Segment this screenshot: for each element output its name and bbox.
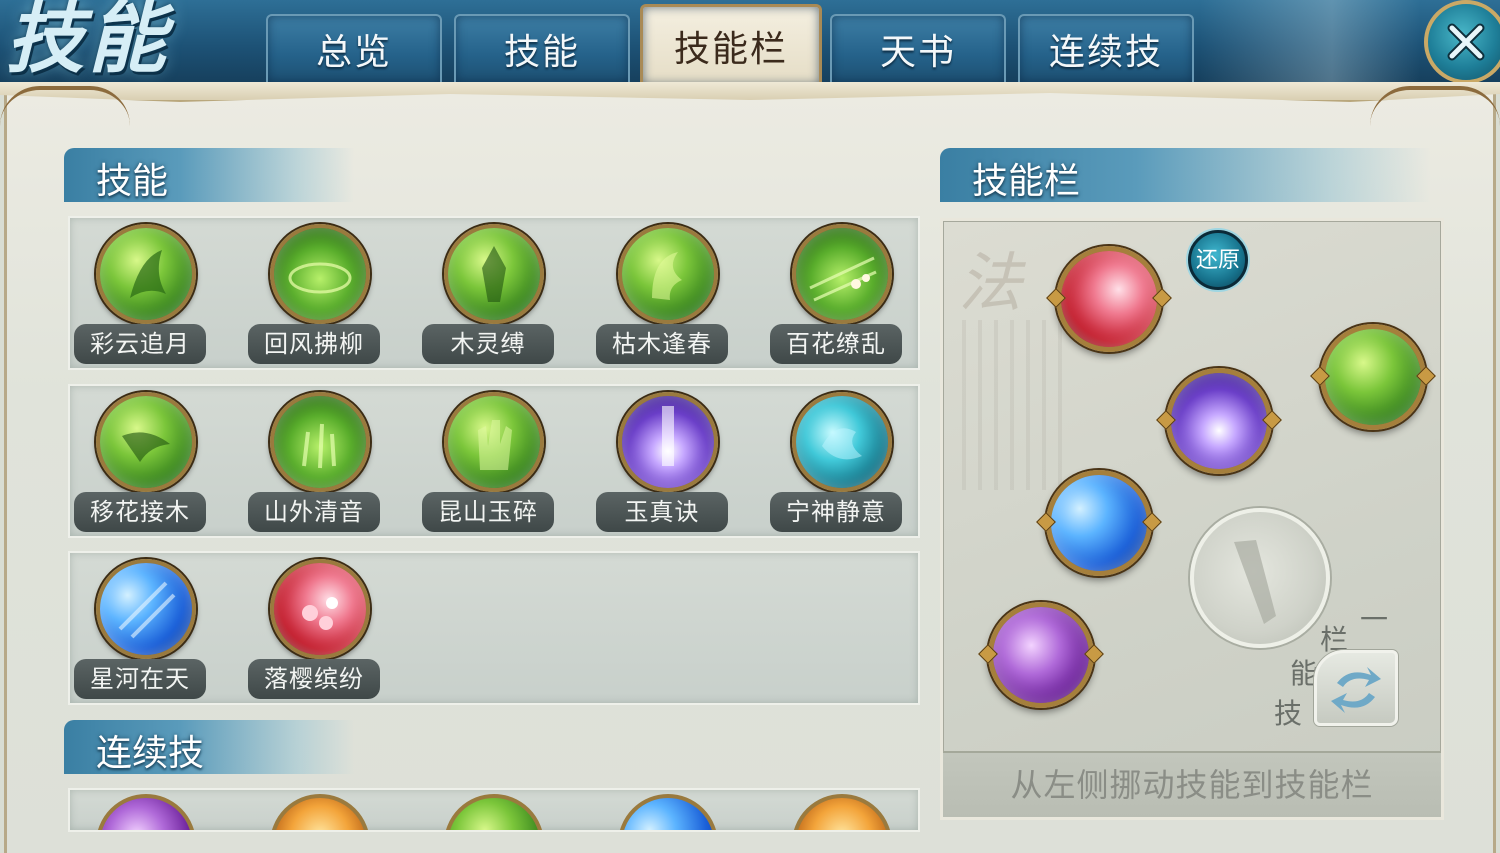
skill-row-1: 彩云追月 回风拂柳 木灵缚 枯木逢春 百花缭乱 <box>68 216 920 370</box>
tab-combo[interactable]: 连续技 <box>1018 14 1194 82</box>
skill-name: 昆山玉碎 <box>422 492 554 532</box>
skillbar-hint: 从左侧挪动技能到技能栏 <box>943 751 1441 817</box>
skill-name: 百花缭乱 <box>770 324 902 364</box>
skill-item[interactable]: 回风拂柳 <box>246 218 396 368</box>
skill-name: 移花接木 <box>74 492 206 532</box>
skillbar-slot-2[interactable] <box>1166 368 1272 474</box>
skillbar-slot-5[interactable] <box>988 602 1094 708</box>
skill-icon-baihua[interactable] <box>792 224 892 324</box>
skill-icon-yihua[interactable] <box>96 392 196 492</box>
skill-name: 彩云追月 <box>74 324 206 364</box>
tab-skillbar[interactable]: 技能栏 <box>640 4 822 84</box>
skill-item[interactable]: 星河在天 <box>72 553 222 703</box>
tab-tianshu[interactable]: 天书 <box>830 14 1006 82</box>
skill-name: 宁神静意 <box>770 492 902 532</box>
switch-skillbar-button[interactable] <box>1314 650 1398 726</box>
switch-label-char-1: 技 <box>1274 697 1303 730</box>
restore-button[interactable]: 还原 <box>1188 230 1248 290</box>
tab-overview[interactable]: 总览 <box>266 14 442 82</box>
skill-name: 枯木逢春 <box>596 324 728 364</box>
watermark-text-columns <box>962 320 1072 490</box>
skill-item[interactable]: 移花接木 <box>72 386 222 536</box>
skill-icon-yuzhen[interactable] <box>618 392 718 492</box>
skill-icon-luoying[interactable] <box>270 559 370 659</box>
skill-row-3: 星河在天 落樱缤纷 <box>68 551 920 705</box>
skill-item[interactable]: 百花缭乱 <box>768 218 918 368</box>
skill-item[interactable]: 彩云追月 <box>72 218 222 368</box>
skill-icon-ningshen[interactable] <box>792 392 892 492</box>
combo-section-title: 连续技 <box>96 733 205 774</box>
skill-icon-kumu[interactable] <box>618 224 718 324</box>
weapon-attack-dial[interactable] <box>1190 508 1330 648</box>
left-corner-ornament <box>0 86 130 126</box>
skillbar-section-title: 技能栏 <box>972 161 1081 202</box>
skillbar-section-header: 技能栏 <box>940 148 1430 202</box>
skillbar-slot-4[interactable] <box>1046 470 1152 576</box>
close-x-icon <box>1447 23 1485 61</box>
skill-icon-huifeng[interactable] <box>270 224 370 324</box>
combo-section-header: 连续技 <box>64 720 354 774</box>
skill-name: 落樱缤纷 <box>248 659 380 699</box>
skillbar-slot-3[interactable] <box>1320 324 1426 430</box>
skills-section-title: 技能 <box>96 161 169 202</box>
window-title-art: 技能 <box>6 0 171 84</box>
skill-item[interactable]: 昆山玉碎 <box>420 386 570 536</box>
skill-name: 玉真诀 <box>596 492 728 532</box>
close-button[interactable] <box>1424 0 1500 84</box>
right-corner-ornament <box>1370 86 1500 126</box>
skill-icon-caiyun[interactable] <box>96 224 196 324</box>
scroll-edge-decoration <box>0 82 1500 102</box>
skill-icon-muling[interactable] <box>444 224 544 324</box>
skill-item[interactable]: 枯木逢春 <box>594 218 744 368</box>
tab-skills[interactable]: 技能 <box>454 14 630 82</box>
skill-name: 回风拂柳 <box>248 324 380 364</box>
combo-row-partial <box>68 788 920 832</box>
skills-section-header: 技能 <box>64 148 354 202</box>
swap-arrows-icon <box>1331 667 1381 713</box>
combo-icon[interactable] <box>270 794 370 830</box>
combo-icon[interactable] <box>96 794 196 830</box>
skill-name: 木灵缚 <box>422 324 554 364</box>
skill-item[interactable]: 落樱缤纷 <box>246 553 396 703</box>
skill-icon-xinghe[interactable] <box>96 559 196 659</box>
skill-item[interactable]: 宁神静意 <box>768 386 918 536</box>
skill-item[interactable]: 木灵缚 <box>420 218 570 368</box>
watermark-calligraphy: 法 <box>958 247 1022 321</box>
switch-label-suffix: 一 <box>1360 603 1389 636</box>
skill-item[interactable]: 玉真诀 <box>594 386 744 536</box>
skillbar-slot-1[interactable] <box>1056 246 1162 352</box>
skill-name: 星河在天 <box>74 659 206 699</box>
skill-row-2: 移花接木 山外清音 昆山玉碎 玉真诀 宁神静意 <box>68 384 920 538</box>
combo-icon[interactable] <box>792 794 892 830</box>
skill-item[interactable]: 山外清音 <box>246 386 396 536</box>
combo-icon[interactable] <box>444 794 544 830</box>
combo-icon[interactable] <box>618 794 718 830</box>
skill-icon-kunshan[interactable] <box>444 392 544 492</box>
skill-name: 山外清音 <box>248 492 380 532</box>
skill-icon-shanwai[interactable] <box>270 392 370 492</box>
sword-icon <box>1234 540 1276 624</box>
